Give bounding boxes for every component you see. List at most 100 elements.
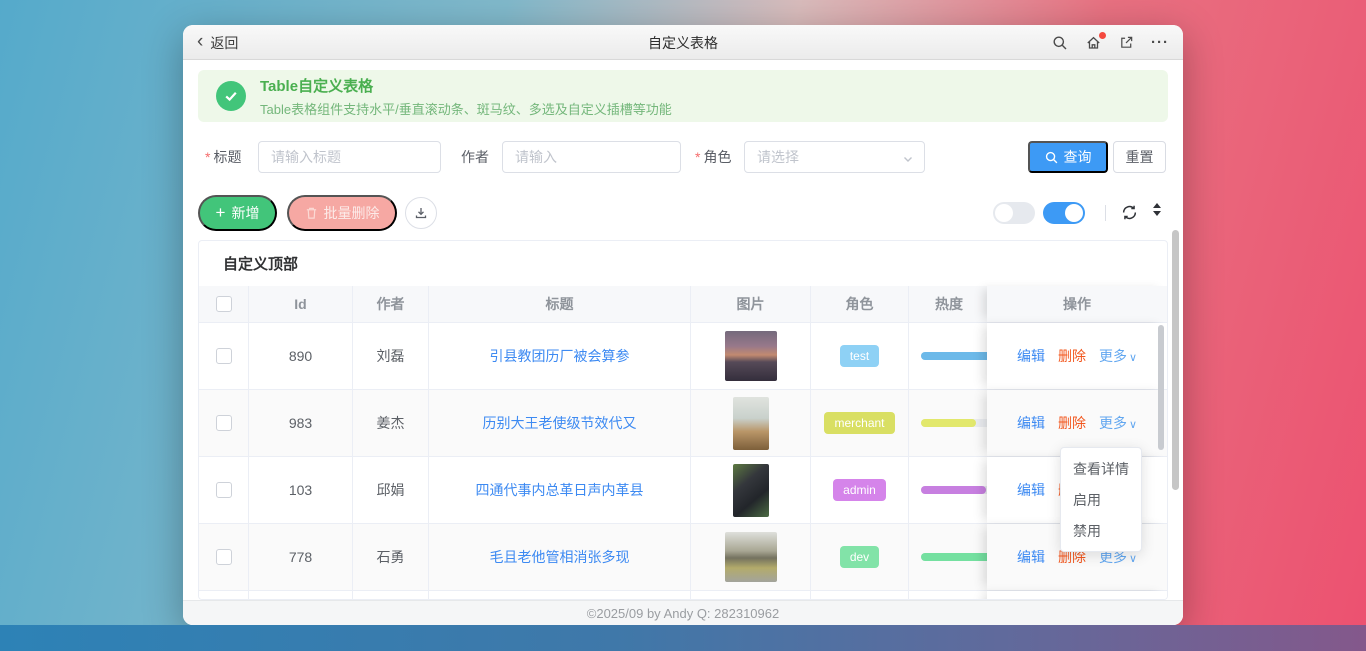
menu-item-enable[interactable]: 启用 bbox=[1061, 484, 1141, 515]
external-link-icon[interactable] bbox=[1119, 35, 1134, 50]
role-select-placeholder: 请选择 bbox=[757, 147, 799, 167]
more-menu-icon[interactable]: ··· bbox=[1151, 35, 1169, 50]
row-thumbnail[interactable] bbox=[725, 532, 777, 582]
edit-link[interactable]: 编辑 bbox=[1017, 413, 1045, 433]
title-cell: 四通代事内总革日声内革县 bbox=[429, 457, 691, 523]
heat-cell bbox=[909, 323, 989, 389]
role-badge: dev bbox=[840, 546, 879, 568]
table-scrollbar[interactable] bbox=[1158, 325, 1164, 450]
row-checkbox[interactable] bbox=[216, 348, 232, 364]
author-input[interactable] bbox=[502, 141, 681, 173]
plus-icon: + bbox=[216, 204, 226, 221]
more-link[interactable]: 更多 ∨ bbox=[1099, 413, 1137, 433]
chevron-down-icon: ∨ bbox=[1129, 351, 1137, 364]
download-icon bbox=[414, 206, 428, 220]
edit-link[interactable]: 编辑 bbox=[1017, 346, 1045, 366]
heat-cell bbox=[909, 390, 989, 456]
success-banner: Table自定义表格 Table表格组件支持水平/垂直滚动条、斑马纹、多选及自定… bbox=[198, 70, 1168, 122]
page-content: Table自定义表格 Table表格组件支持水平/垂直滚动条、斑马纹、多选及自定… bbox=[183, 60, 1183, 625]
table-header-row: Id 作者 标题 图片 角色 热度 操作 bbox=[199, 286, 1167, 323]
author-cell: 姜杰 bbox=[353, 390, 429, 456]
heat-bar bbox=[921, 486, 986, 494]
heat-cell bbox=[909, 524, 989, 590]
select-all-checkbox[interactable] bbox=[216, 296, 232, 312]
title-cell: 毛且老他管相消张多现 bbox=[429, 524, 691, 590]
image-cell bbox=[691, 524, 811, 590]
author-cell bbox=[353, 591, 429, 600]
check-circle-icon bbox=[216, 81, 246, 111]
id-cell: 983 bbox=[249, 390, 353, 456]
reset-button[interactable]: 重置 bbox=[1113, 141, 1166, 173]
row-thumbnail[interactable] bbox=[725, 331, 777, 381]
add-button[interactable]: + 新增 bbox=[198, 195, 277, 231]
search-button[interactable]: 查询 bbox=[1028, 141, 1108, 173]
header-ops: 操作 bbox=[987, 286, 1167, 322]
column-sort-icon[interactable] bbox=[1153, 203, 1161, 216]
table-row: 103 邱娟 四通代事内总革日声内革县 admin 编辑 删除 bbox=[199, 457, 1167, 524]
author-cell: 刘磊 bbox=[353, 323, 429, 389]
id-cell: 890 bbox=[249, 323, 353, 389]
role-select[interactable]: 请选择 bbox=[744, 141, 925, 173]
more-link[interactable]: 更多 ∨ bbox=[1099, 346, 1137, 366]
checkbox-cell bbox=[199, 457, 249, 523]
title-link[interactable]: 历别大王老使级节效代又 bbox=[483, 413, 637, 433]
id-cell bbox=[249, 591, 353, 600]
title-cell: 历别大王老使级节效代又 bbox=[429, 390, 691, 456]
role-cell: dev bbox=[811, 524, 909, 590]
role-badge: admin bbox=[833, 479, 886, 501]
search-icon bbox=[1045, 151, 1058, 164]
table-card: 自定义顶部 Id 作者 标题 图片 角色 热度 操作 bbox=[198, 240, 1168, 600]
title-field-label: * 标题 bbox=[205, 141, 241, 173]
role-cell: merchant bbox=[811, 390, 909, 456]
row-checkbox[interactable] bbox=[216, 482, 232, 498]
row-checkbox[interactable] bbox=[216, 415, 232, 431]
title-link[interactable]: 毛且老他管相消张多现 bbox=[490, 547, 630, 567]
image-cell bbox=[691, 457, 811, 523]
required-asterisk: * bbox=[205, 149, 210, 165]
menu-item-disable[interactable]: 禁用 bbox=[1061, 515, 1141, 546]
banner-subtitle: Table表格组件支持水平/垂直滚动条、斑马纹、多选及自定义插槽等功能 bbox=[260, 99, 672, 118]
checkbox-cell bbox=[199, 524, 249, 590]
checkbox-cell bbox=[199, 323, 249, 389]
banner-title: Table自定义表格 bbox=[260, 75, 672, 96]
notification-dot bbox=[1099, 32, 1106, 39]
border-toggle-on[interactable] bbox=[1043, 202, 1085, 224]
id-cell: 778 bbox=[249, 524, 353, 590]
image-cell bbox=[691, 591, 811, 600]
search-icon[interactable] bbox=[1052, 35, 1068, 51]
title-link[interactable]: 四通代事内总革日声内革县 bbox=[476, 480, 644, 500]
checkbox-cell bbox=[199, 390, 249, 456]
title-link[interactable]: 引县教团历厂被会算参 bbox=[490, 346, 630, 366]
header-title: 标题 bbox=[429, 286, 691, 322]
copyright-text: ©2025/09 by Andy Q: 282310962 bbox=[587, 606, 779, 621]
table-row: 778 石勇 毛且老他管相消张多现 dev 编辑 删除 bbox=[199, 524, 1167, 591]
menu-item-view-details[interactable]: 查看详情 bbox=[1061, 453, 1141, 484]
checkbox-cell bbox=[199, 591, 249, 600]
delete-link[interactable]: 删除 bbox=[1058, 346, 1086, 366]
header-author: 作者 bbox=[353, 286, 429, 322]
batch-delete-button[interactable]: 批量删除 bbox=[287, 195, 397, 231]
header-role: 角色 bbox=[811, 286, 909, 322]
delete-link[interactable]: 删除 bbox=[1058, 413, 1086, 433]
edit-link[interactable]: 编辑 bbox=[1017, 480, 1045, 500]
header-id: Id bbox=[249, 286, 353, 322]
role-field-label: * 角色 bbox=[695, 141, 731, 173]
author-cell: 石勇 bbox=[353, 524, 429, 590]
sort-up-icon bbox=[1153, 203, 1161, 208]
title-input[interactable] bbox=[258, 141, 441, 173]
download-button[interactable] bbox=[405, 197, 437, 229]
refresh-icon[interactable] bbox=[1121, 204, 1138, 221]
row-thumbnail[interactable] bbox=[733, 464, 769, 517]
home-icon[interactable] bbox=[1085, 35, 1102, 51]
row-thumbnail[interactable] bbox=[733, 397, 769, 450]
titlebar: ‹ 返回 自定义表格 ··· bbox=[183, 25, 1183, 60]
edit-link[interactable]: 编辑 bbox=[1017, 547, 1045, 567]
page-scrollbar[interactable] bbox=[1172, 230, 1179, 490]
table-card-title: 自定义顶部 bbox=[199, 241, 1167, 286]
row-checkbox[interactable] bbox=[216, 549, 232, 565]
header-heat: 热度 bbox=[909, 286, 989, 322]
stripe-toggle-off[interactable] bbox=[993, 202, 1035, 224]
title-cell bbox=[429, 591, 691, 600]
role-cell bbox=[811, 591, 909, 600]
toolbar-divider bbox=[1105, 205, 1106, 221]
